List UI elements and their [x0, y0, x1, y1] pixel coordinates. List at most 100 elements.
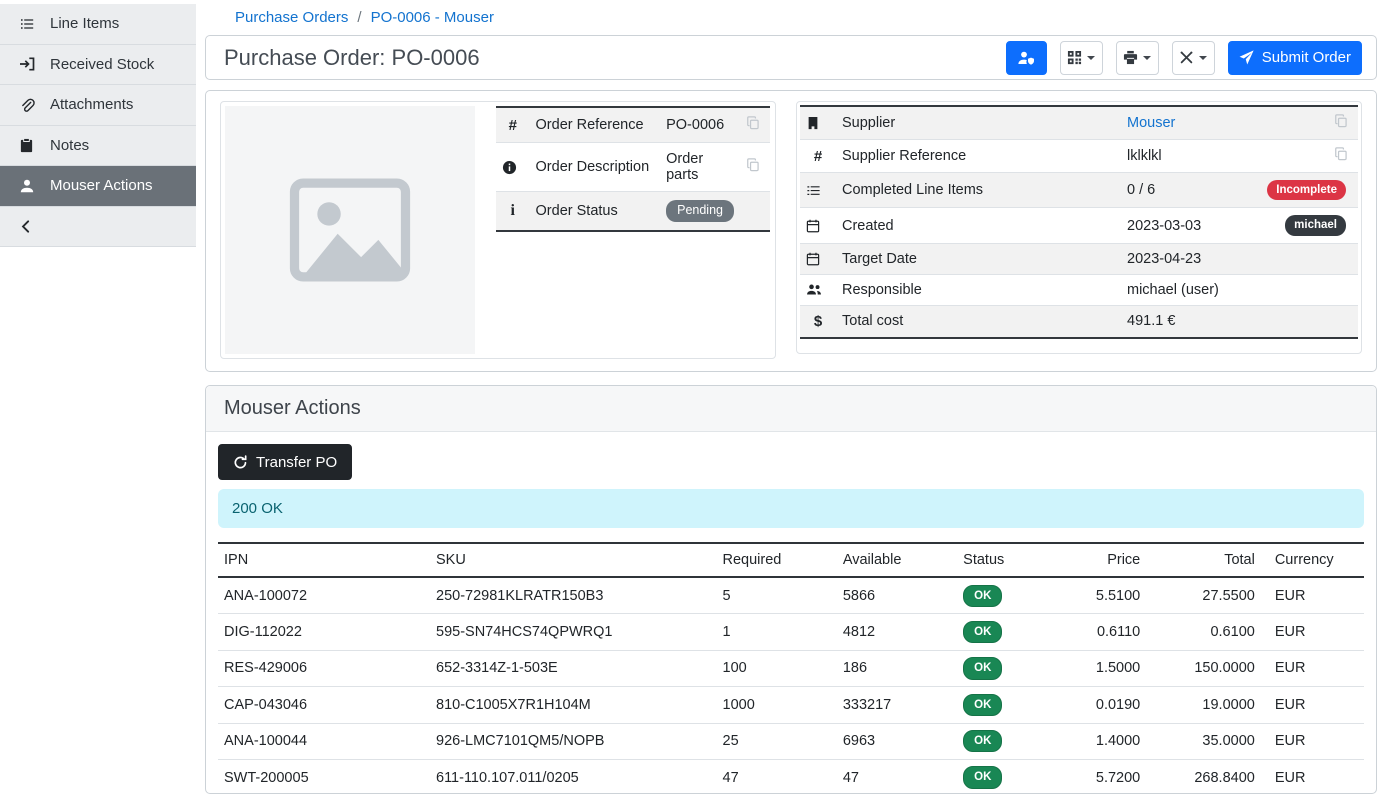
cell-sku: 652-3314Z-1-503E [430, 650, 717, 686]
col-header-price: Price [1037, 543, 1146, 577]
cell-available: 5866 [837, 577, 957, 614]
paperclip-icon [17, 97, 36, 113]
cell-price: 0.6110 [1037, 614, 1146, 650]
detail-value: 2023-04-23 [1121, 243, 1358, 274]
sidebar: Line Items Received Stock Attachments No… [0, 0, 196, 794]
order-details-panel: # Order Reference PO-0006 [205, 90, 1377, 372]
detail-row-order-description: Order Description Order parts [496, 143, 770, 192]
refresh-icon [233, 455, 248, 470]
detail-value: PO-0006 [660, 107, 740, 143]
detail-value: 2023-03-03 [1127, 218, 1201, 234]
calendar-icon [806, 252, 830, 266]
cell-total: 150.0000 [1146, 650, 1261, 686]
detail-label: Responsible [836, 274, 1121, 305]
breadcrumb: Purchase Orders / PO-0006 - Mouser [205, 0, 1377, 34]
detail-row-created: Created 2023-03-03 michael [800, 208, 1358, 243]
cell-price: 1.4000 [1037, 723, 1146, 759]
list-icon [17, 16, 36, 32]
tools-icon [1179, 50, 1194, 65]
cell-required: 1 [717, 614, 837, 650]
cell-ipn: SWT-200005 [218, 759, 430, 794]
table-row: ANA-100072 250-72981KLRATR150B3 5 5866 O… [218, 577, 1364, 614]
sidebar-item-label: Attachments [50, 96, 133, 113]
breadcrumb-separator: / [357, 9, 361, 26]
breadcrumb-link-current[interactable]: PO-0006 - Mouser [371, 9, 494, 26]
sidebar-item-mouser-actions[interactable]: Mouser Actions [0, 166, 196, 207]
paper-plane-icon [1239, 50, 1254, 65]
page-title: Purchase Order: PO-0006 [224, 45, 480, 71]
status-badge: OK [963, 621, 1002, 643]
cell-total: 27.5500 [1146, 577, 1261, 614]
detail-row-responsible: Responsible michael (user) [800, 274, 1358, 305]
copy-button[interactable] [1334, 114, 1348, 128]
table-row: CAP-043046 810-C1005X7R1H104M 1000 33321… [218, 687, 1364, 723]
supplier-link[interactable]: Mouser [1127, 115, 1175, 131]
detail-row-order-status: i Order Status Pending [496, 192, 770, 231]
sidebar-collapse-toggle[interactable] [0, 207, 196, 248]
building-icon [806, 116, 830, 130]
cell-ipn: RES-429006 [218, 650, 430, 686]
chevron-down-icon [1087, 56, 1095, 60]
cell-available: 333217 [837, 687, 957, 723]
cell-price: 5.7200 [1037, 759, 1146, 794]
qrcode-icon [1067, 50, 1082, 65]
submit-order-button[interactable]: Submit Order [1228, 41, 1362, 75]
cell-sku: 250-72981KLRATR150B3 [430, 577, 717, 614]
cell-required: 100 [717, 650, 837, 686]
cell-available: 4812 [837, 614, 957, 650]
created-by-badge: michael [1285, 215, 1346, 235]
cell-total: 268.8400 [1146, 759, 1261, 794]
print-actions-dropdown[interactable] [1116, 41, 1159, 75]
sidebar-item-received-stock[interactable]: Received Stock [0, 45, 196, 86]
cell-required: 5 [717, 577, 837, 614]
sidebar-item-line-items[interactable]: Line Items [0, 4, 196, 45]
printer-icon [1123, 50, 1138, 65]
admin-user-button[interactable] [1006, 41, 1047, 75]
detail-label: Completed Line Items [836, 173, 1121, 208]
transfer-po-button[interactable]: Transfer PO [218, 444, 352, 480]
cell-currency: EUR [1261, 759, 1364, 794]
mouser-panel-title: Mouser Actions [224, 397, 1358, 420]
main-content: Purchase Orders / PO-0006 - Mouser Purch… [196, 0, 1383, 794]
cell-required: 47 [717, 759, 837, 794]
chevron-down-icon [1199, 56, 1207, 60]
sidebar-item-label: Mouser Actions [50, 177, 153, 194]
mouser-panel-body: Transfer PO 200 OK IPN SKU Required Avai… [206, 432, 1376, 794]
detail-row-supplier: Supplier Mouser [800, 106, 1358, 140]
order-details-table: # Order Reference PO-0006 [496, 106, 770, 232]
copy-button[interactable] [1334, 147, 1348, 161]
cell-currency: EUR [1261, 614, 1364, 650]
header-actions: Submit Order [1006, 41, 1362, 75]
mouser-results-table: IPN SKU Required Available Status Price … [218, 542, 1364, 794]
cell-total: 35.0000 [1146, 723, 1261, 759]
status-badge: OK [963, 766, 1002, 788]
sidebar-item-notes[interactable]: Notes [0, 126, 196, 167]
cell-total: 19.0000 [1146, 687, 1261, 723]
copy-button[interactable] [746, 116, 760, 130]
status-badge: OK [963, 657, 1002, 679]
detail-value: Order parts [660, 143, 740, 192]
hash-icon: # [509, 117, 517, 134]
detail-value: michael (user) [1121, 274, 1358, 305]
detail-label: Target Date [836, 243, 1121, 274]
status-alert: 200 OK [218, 489, 1364, 528]
calendar-icon [806, 219, 830, 233]
cell-required: 25 [717, 723, 837, 759]
cell-available: 186 [837, 650, 957, 686]
detail-value: 491.1 € [1121, 305, 1358, 338]
supplier-image-placeholder [225, 106, 475, 354]
detail-label: Order Status [530, 192, 661, 231]
status-badge: OK [963, 694, 1002, 716]
detail-row-total-cost: $ Total cost 491.1 € [800, 305, 1358, 338]
breadcrumb-link-purchase-orders[interactable]: Purchase Orders [235, 9, 348, 26]
incomplete-badge: Incomplete [1267, 180, 1346, 200]
sidebar-item-attachments[interactable]: Attachments [0, 85, 196, 126]
supplier-details-card: Supplier Mouser # Supplier Reference lkl… [796, 101, 1362, 354]
barcode-actions-dropdown[interactable] [1060, 41, 1103, 75]
detail-label: Created [836, 208, 1121, 243]
copy-button[interactable] [746, 158, 760, 172]
order-actions-dropdown[interactable] [1172, 41, 1215, 75]
col-header-required: Required [717, 543, 837, 577]
table-row: ANA-100044 926-LMC7101QM5/NOPB 25 6963 O… [218, 723, 1364, 759]
sidebar-item-label: Notes [50, 137, 89, 154]
